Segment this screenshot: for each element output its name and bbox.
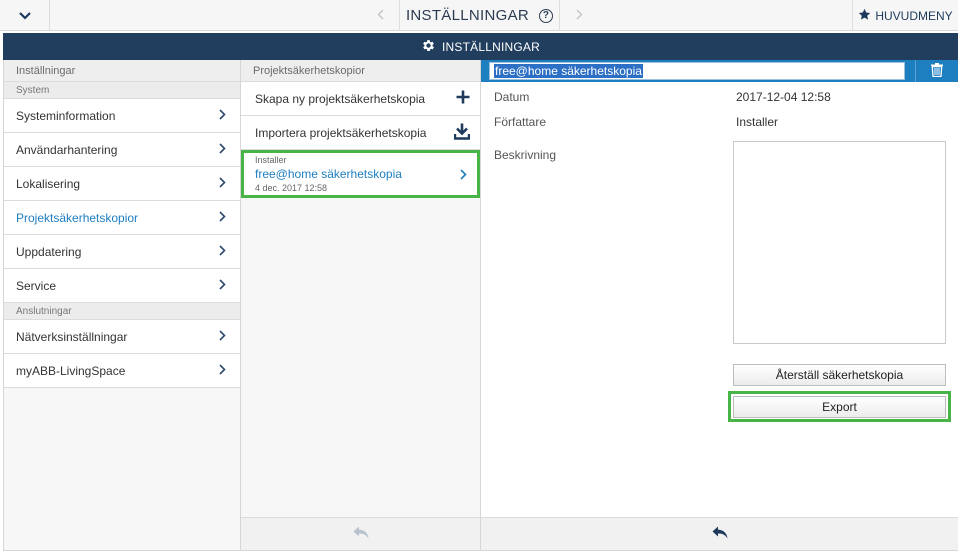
settings-header-title: INSTÄLLNINGAR	[442, 39, 540, 54]
backup-detail-footer	[481, 517, 958, 550]
sidebar-item-label: Systeminformation	[16, 108, 116, 123]
backup-detail-panel: free@home säkerhetskopia Datum 2017-12-0…	[481, 60, 958, 551]
chevron-right-icon	[219, 142, 226, 157]
chevron-right-icon	[219, 108, 226, 123]
sidebar-item-label: Projektsäkerhetskopior	[16, 210, 139, 225]
chevron-down-icon	[18, 9, 31, 23]
delete-backup-button[interactable]	[915, 60, 958, 82]
settings-sidebar: Inställningar System Systeminformation A…	[3, 60, 241, 551]
question-circle-icon[interactable]: ?	[539, 8, 554, 23]
backup-name-selection: free@home säkerhetskopia	[494, 64, 643, 78]
star-icon	[858, 8, 871, 24]
group-header-connections: Anslutningar	[4, 303, 240, 320]
sidebar-item-lokalisering[interactable]: Lokalisering	[4, 167, 240, 201]
restore-backup-button[interactable]: Återställ säkerhetskopia	[733, 364, 946, 386]
page-title: INSTÄLLNINGAR	[405, 7, 530, 24]
backup-name-bar: free@home säkerhetskopia	[481, 60, 958, 82]
sidebar-item-systeminformation[interactable]: Systeminformation	[4, 99, 240, 133]
sidebar-item-label: Användarhantering	[16, 142, 118, 157]
backup-item-author: Installer	[255, 155, 287, 165]
reply-arrow-icon[interactable]	[712, 526, 728, 542]
export-button[interactable]: Export	[733, 396, 946, 418]
chevron-right-icon	[219, 363, 226, 378]
backups-list-footer	[241, 517, 480, 550]
author-label: Författare	[494, 115, 547, 129]
next-button[interactable]	[560, 0, 598, 31]
backups-list-panel: Projektsäkerhetskopior Skapa ny projekts…	[241, 60, 481, 551]
trash-icon	[931, 62, 943, 80]
backup-list-item[interactable]: Installer free@home säkerhetskopia 4 dec…	[241, 150, 480, 198]
backup-item-name: free@home säkerhetskopia	[255, 167, 402, 181]
plus-icon	[456, 90, 470, 107]
sidebar-item-label: myABB-LivingSpace	[16, 363, 126, 378]
sidebar-item-uppdatering[interactable]: Uppdatering	[4, 235, 240, 269]
group-header-system: System	[4, 82, 240, 99]
page-title-area: INSTÄLLNINGAR ?	[400, 0, 560, 31]
sidebar-item-projektsakerhetskopior[interactable]: Projektsäkerhetskopior	[4, 201, 240, 235]
sidebar-item-service[interactable]: Service	[4, 269, 240, 303]
create-backup-button[interactable]: Skapa ny projektsäkerhetskopia	[241, 82, 480, 116]
chevron-left-icon	[377, 7, 384, 24]
sidebar-item-myabb-livingspace[interactable]: myABB-LivingSpace	[4, 354, 240, 388]
author-value: Installer	[736, 115, 779, 129]
settings-header: INSTÄLLNINGAR	[3, 33, 958, 60]
create-backup-label: Skapa ny projektsäkerhetskopia	[255, 91, 426, 106]
backup-item-date: 4 dec. 2017 12:58	[255, 183, 328, 193]
backups-list-title: Projektsäkerhetskopior	[241, 60, 480, 82]
previous-button[interactable]	[362, 0, 400, 31]
collapse-button[interactable]	[0, 0, 50, 31]
sidebar-item-natverksinstallningar[interactable]: Nätverksinställningar	[4, 320, 240, 354]
sidebar-item-anvandarhantering[interactable]: Användarhantering	[4, 133, 240, 167]
chevron-right-icon	[219, 329, 226, 344]
sidebar-item-label: Service	[16, 278, 57, 293]
chevron-right-icon	[219, 210, 226, 225]
sidebar-item-label: Uppdatering	[16, 244, 82, 259]
top-bar: INSTÄLLNINGAR ? HUVUDMENY	[0, 0, 958, 31]
chevron-right-icon	[219, 176, 226, 191]
chevron-right-icon	[576, 7, 583, 24]
import-backup-label: Importera projektsäkerhetskopia	[255, 125, 427, 140]
date-label: Datum	[494, 90, 530, 104]
chevron-right-icon	[219, 244, 226, 259]
import-backup-button[interactable]: Importera projektsäkerhetskopia	[241, 116, 480, 150]
date-value: 2017-12-04 12:58	[736, 90, 831, 104]
description-label: Beskrivning	[494, 148, 557, 162]
main-menu-label: HUVUDMENY	[875, 8, 953, 23]
sidebar-item-label: Nätverksinställningar	[16, 329, 128, 344]
download-icon	[453, 123, 471, 143]
description-textarea[interactable]	[733, 141, 946, 344]
chevron-right-icon	[460, 168, 467, 183]
main-menu-button[interactable]: HUVUDMENY	[852, 0, 958, 31]
gear-icon	[421, 38, 436, 56]
reply-arrow-icon[interactable]	[353, 526, 369, 542]
sidebar-title: Inställningar	[4, 60, 240, 82]
sidebar-item-label: Lokalisering	[16, 176, 81, 191]
chevron-right-icon	[219, 278, 226, 293]
